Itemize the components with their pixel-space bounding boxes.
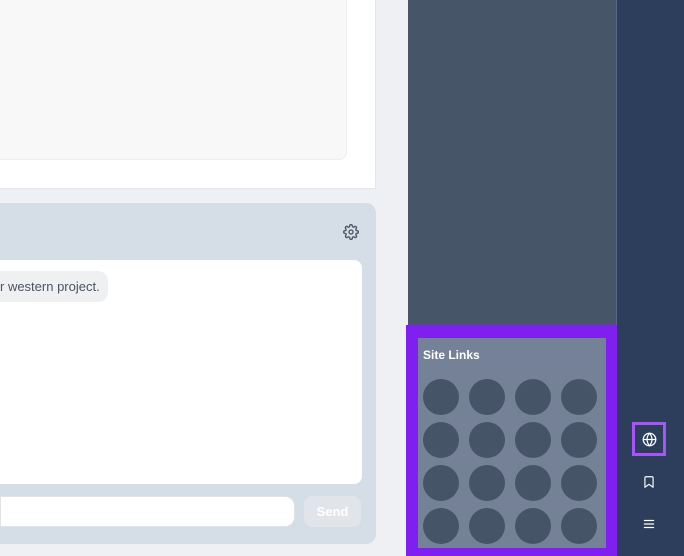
site-link-5[interactable] — [423, 422, 459, 458]
top-panel — [0, 0, 376, 189]
chat-settings-button[interactable] — [340, 221, 362, 243]
site-link-1[interactable] — [423, 379, 459, 415]
site-link-2[interactable] — [469, 379, 505, 415]
site-link-8[interactable] — [561, 422, 597, 458]
site-link-6[interactable] — [469, 422, 505, 458]
site-link-12[interactable] — [561, 465, 597, 501]
site-links-grid — [423, 379, 598, 544]
site-link-10[interactable] — [469, 465, 505, 501]
site-links-title: Site Links — [423, 348, 480, 362]
site-link-14[interactable] — [469, 508, 505, 544]
site-link-3[interactable] — [515, 379, 551, 415]
gear-icon — [343, 224, 359, 240]
rail-menu-button[interactable] — [632, 507, 666, 541]
top-panel-content — [0, 0, 347, 160]
site-link-9[interactable] — [423, 465, 459, 501]
site-link-4[interactable] — [561, 379, 597, 415]
chat-message-bubble: r western project. — [0, 271, 108, 302]
site-link-15[interactable] — [515, 508, 551, 544]
menu-icon — [643, 519, 655, 529]
rail-bookmark-button[interactable] — [632, 465, 666, 499]
site-link-13[interactable] — [423, 508, 459, 544]
site-link-11[interactable] — [515, 465, 551, 501]
rail-globe-button[interactable] — [632, 422, 666, 456]
chat-message-input[interactable] — [0, 496, 295, 527]
site-link-16[interactable] — [561, 508, 597, 544]
site-link-7[interactable] — [515, 422, 551, 458]
bookmark-icon — [644, 476, 654, 488]
globe-icon — [642, 432, 656, 446]
send-button[interactable]: Send — [304, 496, 361, 527]
